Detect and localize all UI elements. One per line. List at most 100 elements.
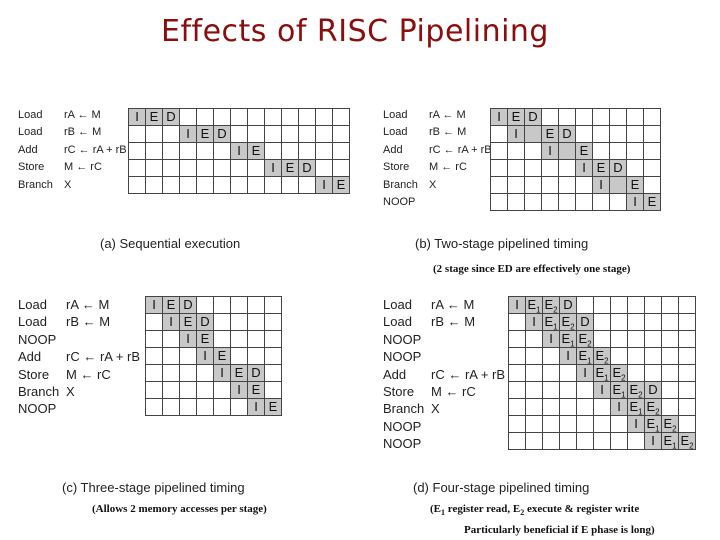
empty-cell — [162, 125, 180, 143]
instruction-op: NOOP — [383, 331, 422, 347]
empty-cell — [626, 108, 644, 126]
stage-cell-e: E — [145, 108, 163, 126]
empty-cell — [247, 296, 265, 314]
empty-cell — [162, 159, 180, 177]
stage-cell-d: D — [196, 313, 214, 331]
empty-cell — [179, 398, 197, 416]
empty-cell — [196, 159, 214, 177]
empty-cell — [508, 364, 526, 382]
stage-cell-d: D — [298, 159, 316, 177]
empty-cell — [610, 347, 628, 365]
empty-cell — [298, 108, 316, 126]
empty-cell — [593, 296, 611, 314]
timing-row: I E1 E2 — [508, 432, 696, 450]
empty-cell — [162, 330, 180, 348]
instruction-operands: rC ← rA + rB — [429, 143, 492, 156]
empty-cell — [643, 108, 661, 126]
empty-cell — [644, 364, 662, 382]
empty-cell — [230, 125, 248, 143]
stage-cell-e: E — [643, 193, 661, 211]
empty-cell — [507, 193, 525, 211]
empty-cell — [507, 142, 525, 160]
stage-cell-e: E — [247, 381, 265, 399]
empty-cell — [281, 125, 299, 143]
empty-cell — [230, 313, 248, 331]
empty-cell — [575, 125, 593, 143]
timing-row: I E1 E2 — [508, 330, 696, 348]
timing-row: IE — [490, 193, 661, 211]
instruction-operands: rA ← M — [66, 297, 110, 312]
empty-cell — [298, 176, 316, 194]
empty-cell — [525, 415, 543, 433]
empty-cell — [576, 432, 594, 450]
empty-cell — [610, 330, 628, 348]
empty-cell — [661, 330, 679, 348]
empty-cell — [508, 381, 526, 399]
empty-cell — [559, 398, 577, 416]
stage-cell-e2: E2 — [542, 296, 560, 315]
empty-cell — [264, 108, 282, 126]
empty-cell — [627, 296, 645, 314]
stage-cell-e: E — [575, 142, 593, 160]
stage-cell-e: E — [162, 296, 180, 314]
empty-cell — [542, 415, 560, 433]
instruction-operands: rA ← M — [64, 109, 101, 121]
empty-cell — [196, 176, 214, 194]
empty-cell — [609, 108, 627, 126]
empty-cell — [678, 364, 696, 382]
empty-cell — [575, 108, 593, 126]
empty-cell — [264, 347, 282, 365]
timing-row: IED — [128, 159, 350, 177]
empty-cell — [559, 364, 577, 382]
timing-grid-b: IEDIEDIEIEDIEIE — [490, 108, 661, 211]
instruction-op: NOOP — [383, 349, 422, 365]
empty-cell — [128, 159, 146, 177]
instruction-operands: rB ← M — [66, 314, 111, 330]
stage-cell-e: E — [507, 108, 525, 126]
empty-cell — [230, 398, 248, 416]
stage-cell-i: I — [264, 159, 282, 177]
instruction-op: Store — [18, 366, 50, 382]
empty-cell — [315, 142, 333, 160]
stage-cell-d: D — [558, 125, 576, 143]
empty-cell — [213, 142, 231, 160]
stage-cell-e2: E2 — [610, 364, 628, 383]
instruction-operands: X — [429, 178, 437, 191]
note-d-line2: Particularly beneficial if E phase is lo… — [464, 524, 655, 536]
empty-cell — [626, 142, 644, 160]
stage-cell-wait — [609, 176, 627, 194]
instruction-operands: rA ← M — [431, 297, 475, 312]
stage-cell-i: I — [128, 108, 146, 126]
empty-cell — [542, 364, 560, 382]
empty-cell — [213, 381, 231, 399]
empty-cell — [230, 176, 248, 194]
stage-cell-e2: E2 — [627, 381, 645, 400]
timing-row: IE — [490, 142, 661, 160]
empty-cell — [179, 142, 197, 160]
stage-cell-d: D — [213, 125, 231, 143]
empty-cell — [678, 330, 696, 348]
stage-cell-d: D — [247, 364, 265, 382]
instruction-op: Load — [18, 297, 47, 312]
empty-cell — [264, 176, 282, 194]
empty-cell — [332, 142, 350, 160]
empty-cell — [230, 330, 248, 348]
instruction-op: Load — [18, 126, 43, 139]
instruction-op: Store — [18, 161, 45, 174]
note-c: (Allows 2 memory accesses per stage) — [92, 503, 267, 515]
empty-cell — [542, 347, 560, 365]
instruction-op: Store — [383, 161, 410, 174]
empty-cell — [264, 125, 282, 143]
empty-cell — [196, 381, 214, 399]
empty-cell — [145, 125, 163, 143]
stage-cell-e: E — [213, 347, 231, 365]
empty-cell — [661, 296, 679, 314]
empty-cell — [128, 176, 146, 194]
stage-cell-i: I — [230, 142, 248, 160]
empty-cell — [508, 330, 526, 348]
empty-cell — [644, 296, 662, 314]
stage-cell-i: I — [162, 313, 180, 331]
empty-cell — [490, 142, 508, 160]
stage-cell-i: I — [196, 347, 214, 365]
timing-row: I E1 E2 — [508, 347, 696, 365]
